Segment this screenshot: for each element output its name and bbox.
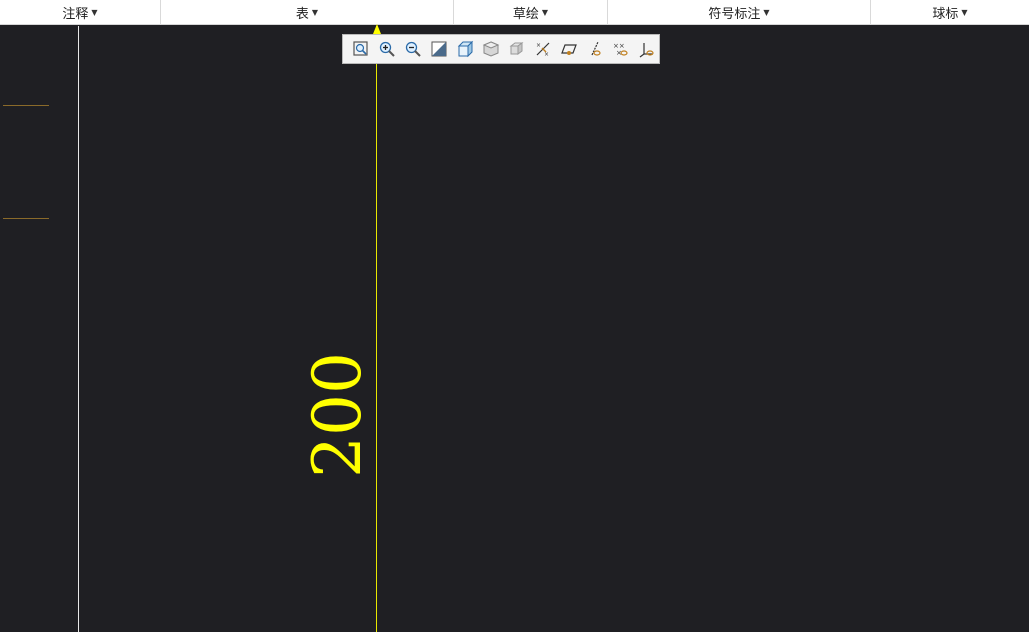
ribbon-group-bar: 注释 ▼ 表 ▼ 草绘 ▼ 符号标注 ▼ 球标 ▼ (0, 0, 1029, 25)
saved-orientations-icon[interactable] (479, 37, 503, 61)
table-menu-label: 表 (295, 7, 309, 22)
balloon-menu-label: 球标 (932, 7, 959, 22)
svg-text:×: × (536, 42, 541, 49)
drawing-canvas[interactable]: 200 (0, 24, 1029, 632)
repaint-icon[interactable] (427, 37, 451, 61)
plane-display-icon[interactable] (557, 37, 581, 61)
dimension-value[interactable]: 200 (299, 352, 376, 478)
graphics-toolbar: × × ×× × (342, 34, 660, 64)
annotate-menu[interactable]: 注释 ▼ (0, 0, 161, 25)
zoom-in-icon[interactable] (375, 37, 399, 61)
table-menu[interactable]: 表 ▼ (161, 0, 454, 25)
chevron-down-icon: ▼ (311, 8, 319, 17)
chevron-down-icon: ▼ (763, 8, 770, 17)
chevron-down-icon: ▼ (91, 8, 98, 17)
svg-text:×: × (544, 51, 549, 58)
dimension-arrowhead (373, 24, 381, 34)
chevron-down-icon: ▼ (541, 8, 549, 17)
refit-icon[interactable] (349, 37, 373, 61)
named-views-icon[interactable] (505, 37, 529, 61)
border-tick-mark (3, 218, 49, 219)
csys-display-icon[interactable] (635, 37, 659, 61)
datum-display-icon[interactable]: × × (531, 37, 555, 61)
symbol-annotation-menu-label: 符号标注 (708, 7, 761, 22)
balloon-menu[interactable]: 球标 ▼ (871, 0, 1029, 25)
drawing-border-line (78, 26, 79, 632)
dimension-line[interactable] (376, 26, 377, 632)
annotate-menu-label: 注释 (62, 7, 89, 22)
symbol-annotation-menu[interactable]: 符号标注 ▼ (608, 0, 871, 25)
point-display-icon[interactable]: ×× × (609, 37, 633, 61)
chevron-down-icon: ▼ (961, 8, 968, 17)
sketch-menu[interactable]: 草绘 ▼ (454, 0, 608, 25)
zoom-out-icon[interactable] (401, 37, 425, 61)
border-tick-mark (3, 105, 49, 106)
display-style-icon[interactable] (453, 37, 477, 61)
sketch-menu-label: 草绘 (512, 7, 539, 22)
axis-display-icon[interactable] (583, 37, 607, 61)
